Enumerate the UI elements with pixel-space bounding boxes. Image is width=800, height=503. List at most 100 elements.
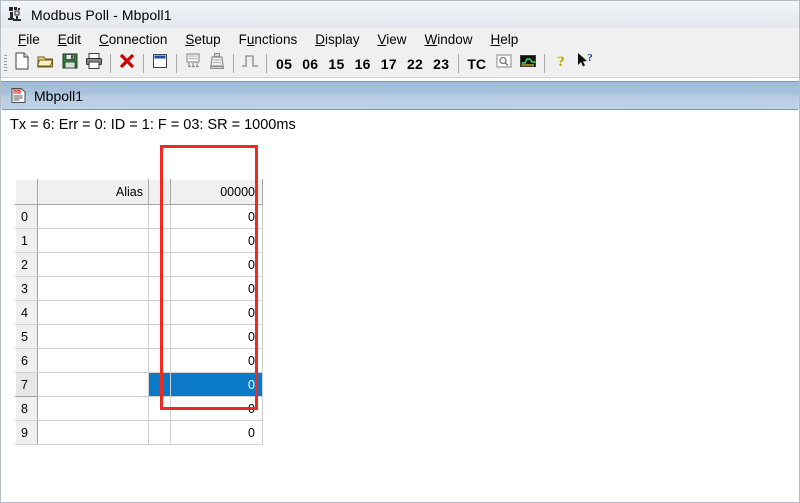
- disconnect-button[interactable]: [115, 52, 139, 76]
- table-row[interactable]: 9 0: [15, 420, 263, 445]
- open-file-button[interactable]: [34, 52, 58, 76]
- row-alias[interactable]: [37, 204, 149, 229]
- row-gap: [148, 252, 171, 277]
- function-code-23-button[interactable]: 23: [428, 52, 454, 76]
- row-gap: [148, 396, 171, 421]
- new-window-icon: [151, 52, 169, 75]
- grid-header-alias[interactable]: Alias: [37, 179, 149, 205]
- new-file-icon: [13, 52, 31, 75]
- menu-file-rest: ile: [26, 31, 40, 47]
- table-row[interactable]: 3 0: [15, 276, 263, 301]
- window-titlebar: Modbus Poll - Mbpoll1: [1, 1, 799, 28]
- chart-button[interactable]: [516, 52, 540, 76]
- menu-display[interactable]: Display: [306, 32, 368, 47]
- pulse-signal-icon: [241, 52, 259, 75]
- new-window-button[interactable]: [148, 52, 172, 76]
- row-alias[interactable]: [37, 252, 149, 277]
- poll-definition-icon: [184, 52, 202, 75]
- row-value-selected[interactable]: 0: [170, 372, 263, 397]
- write-register-button[interactable]: [205, 52, 229, 76]
- svg-text:DOC: DOC: [13, 89, 22, 94]
- row-alias[interactable]: [37, 372, 149, 397]
- toolbar-separator: [266, 54, 267, 73]
- table-row[interactable]: 4 0: [15, 300, 263, 325]
- function-code-22-button[interactable]: 22: [402, 52, 428, 76]
- row-value[interactable]: 0: [170, 420, 263, 445]
- mdi-child-titlebar[interactable]: DOC Mbpoll1: [1, 81, 799, 109]
- toolbar-grip[interactable]: [4, 54, 7, 73]
- row-gap: [148, 324, 171, 349]
- table-row[interactable]: 1 0: [15, 228, 263, 253]
- row-alias[interactable]: [37, 396, 149, 421]
- row-index: 9: [15, 420, 38, 445]
- table-row[interactable]: 5 0: [15, 324, 263, 349]
- help-button[interactable]: ?: [549, 52, 573, 76]
- table-row[interactable]: 2 0: [15, 252, 263, 277]
- svg-text:?: ?: [557, 54, 565, 70]
- grid-header-address-00000[interactable]: 00000: [170, 179, 263, 205]
- table-row-selected[interactable]: 7 0: [15, 372, 263, 397]
- row-gap: [148, 348, 171, 373]
- row-value[interactable]: 0: [170, 204, 263, 229]
- toolbar-separator: [458, 54, 460, 73]
- save-file-icon: [61, 52, 79, 75]
- row-value[interactable]: 0: [170, 348, 263, 373]
- row-alias[interactable]: [37, 276, 149, 301]
- toolbar-separator: [233, 54, 234, 73]
- function-code-17-button[interactable]: 17: [376, 52, 402, 76]
- menu-edit[interactable]: Edit: [49, 32, 90, 47]
- toolbar-separator: [143, 54, 144, 73]
- context-help-icon: ?: [576, 52, 594, 75]
- table-row[interactable]: 6 0: [15, 348, 263, 373]
- row-value[interactable]: 0: [170, 324, 263, 349]
- poll-definition-button[interactable]: [181, 52, 205, 76]
- menu-help[interactable]: Help: [482, 32, 528, 47]
- menu-functions[interactable]: Functions: [230, 32, 307, 47]
- register-grid: Alias 00000 0 0 1 0 2 0 3 0 4 0 5 0 6 0 …: [15, 179, 263, 445]
- row-value[interactable]: 0: [170, 228, 263, 253]
- row-alias[interactable]: [37, 324, 149, 349]
- menu-file[interactable]: File: [9, 32, 49, 47]
- menu-window-rest: indow: [437, 31, 473, 47]
- menu-functions-rest: nctions: [254, 31, 298, 47]
- row-value[interactable]: 0: [170, 252, 263, 277]
- row-value[interactable]: 0: [170, 300, 263, 325]
- row-alias[interactable]: [37, 228, 149, 253]
- row-gap: [148, 276, 171, 301]
- svg-text:?: ?: [587, 52, 593, 64]
- table-row[interactable]: 0 0: [15, 204, 263, 229]
- print-button[interactable]: [82, 52, 106, 76]
- toolbar-separator: [110, 54, 111, 73]
- row-index: 5: [15, 324, 38, 349]
- menu-window[interactable]: Window: [416, 32, 482, 47]
- menu-setup[interactable]: Setup: [176, 32, 229, 47]
- grid-header-row: Alias 00000: [15, 179, 263, 205]
- help-icon: ?: [552, 52, 570, 75]
- row-gap: [148, 420, 171, 445]
- test-center-button[interactable]: TC: [463, 52, 492, 76]
- row-alias[interactable]: [37, 420, 149, 445]
- save-file-button[interactable]: [58, 52, 82, 76]
- context-help-button[interactable]: ?: [573, 52, 597, 76]
- menu-view[interactable]: View: [368, 32, 415, 47]
- function-code-16-button[interactable]: 16: [350, 52, 376, 76]
- new-file-button[interactable]: [10, 52, 34, 76]
- function-code-06-button[interactable]: 06: [297, 52, 323, 76]
- pulse-signal-button[interactable]: [238, 52, 262, 76]
- grid-header-gap: [148, 179, 171, 205]
- menu-connection[interactable]: Connection: [90, 32, 176, 47]
- row-alias[interactable]: [37, 300, 149, 325]
- row-value[interactable]: 0: [170, 276, 263, 301]
- table-row[interactable]: 8 0: [15, 396, 263, 421]
- grid-header-rownum: [15, 179, 38, 205]
- magnifier-button[interactable]: [492, 52, 516, 76]
- row-value[interactable]: 0: [170, 396, 263, 421]
- function-code-05-button[interactable]: 05: [271, 52, 297, 76]
- function-code-15-button[interactable]: 15: [323, 52, 349, 76]
- row-index: 0: [15, 204, 38, 229]
- row-alias[interactable]: [37, 348, 149, 373]
- row-gap: [148, 372, 171, 397]
- poll-status-line: Tx = 6: Err = 0: ID = 1: F = 03: SR = 10…: [10, 117, 296, 133]
- disconnect-icon: [118, 52, 136, 75]
- menu-view-rest: iew: [386, 31, 407, 47]
